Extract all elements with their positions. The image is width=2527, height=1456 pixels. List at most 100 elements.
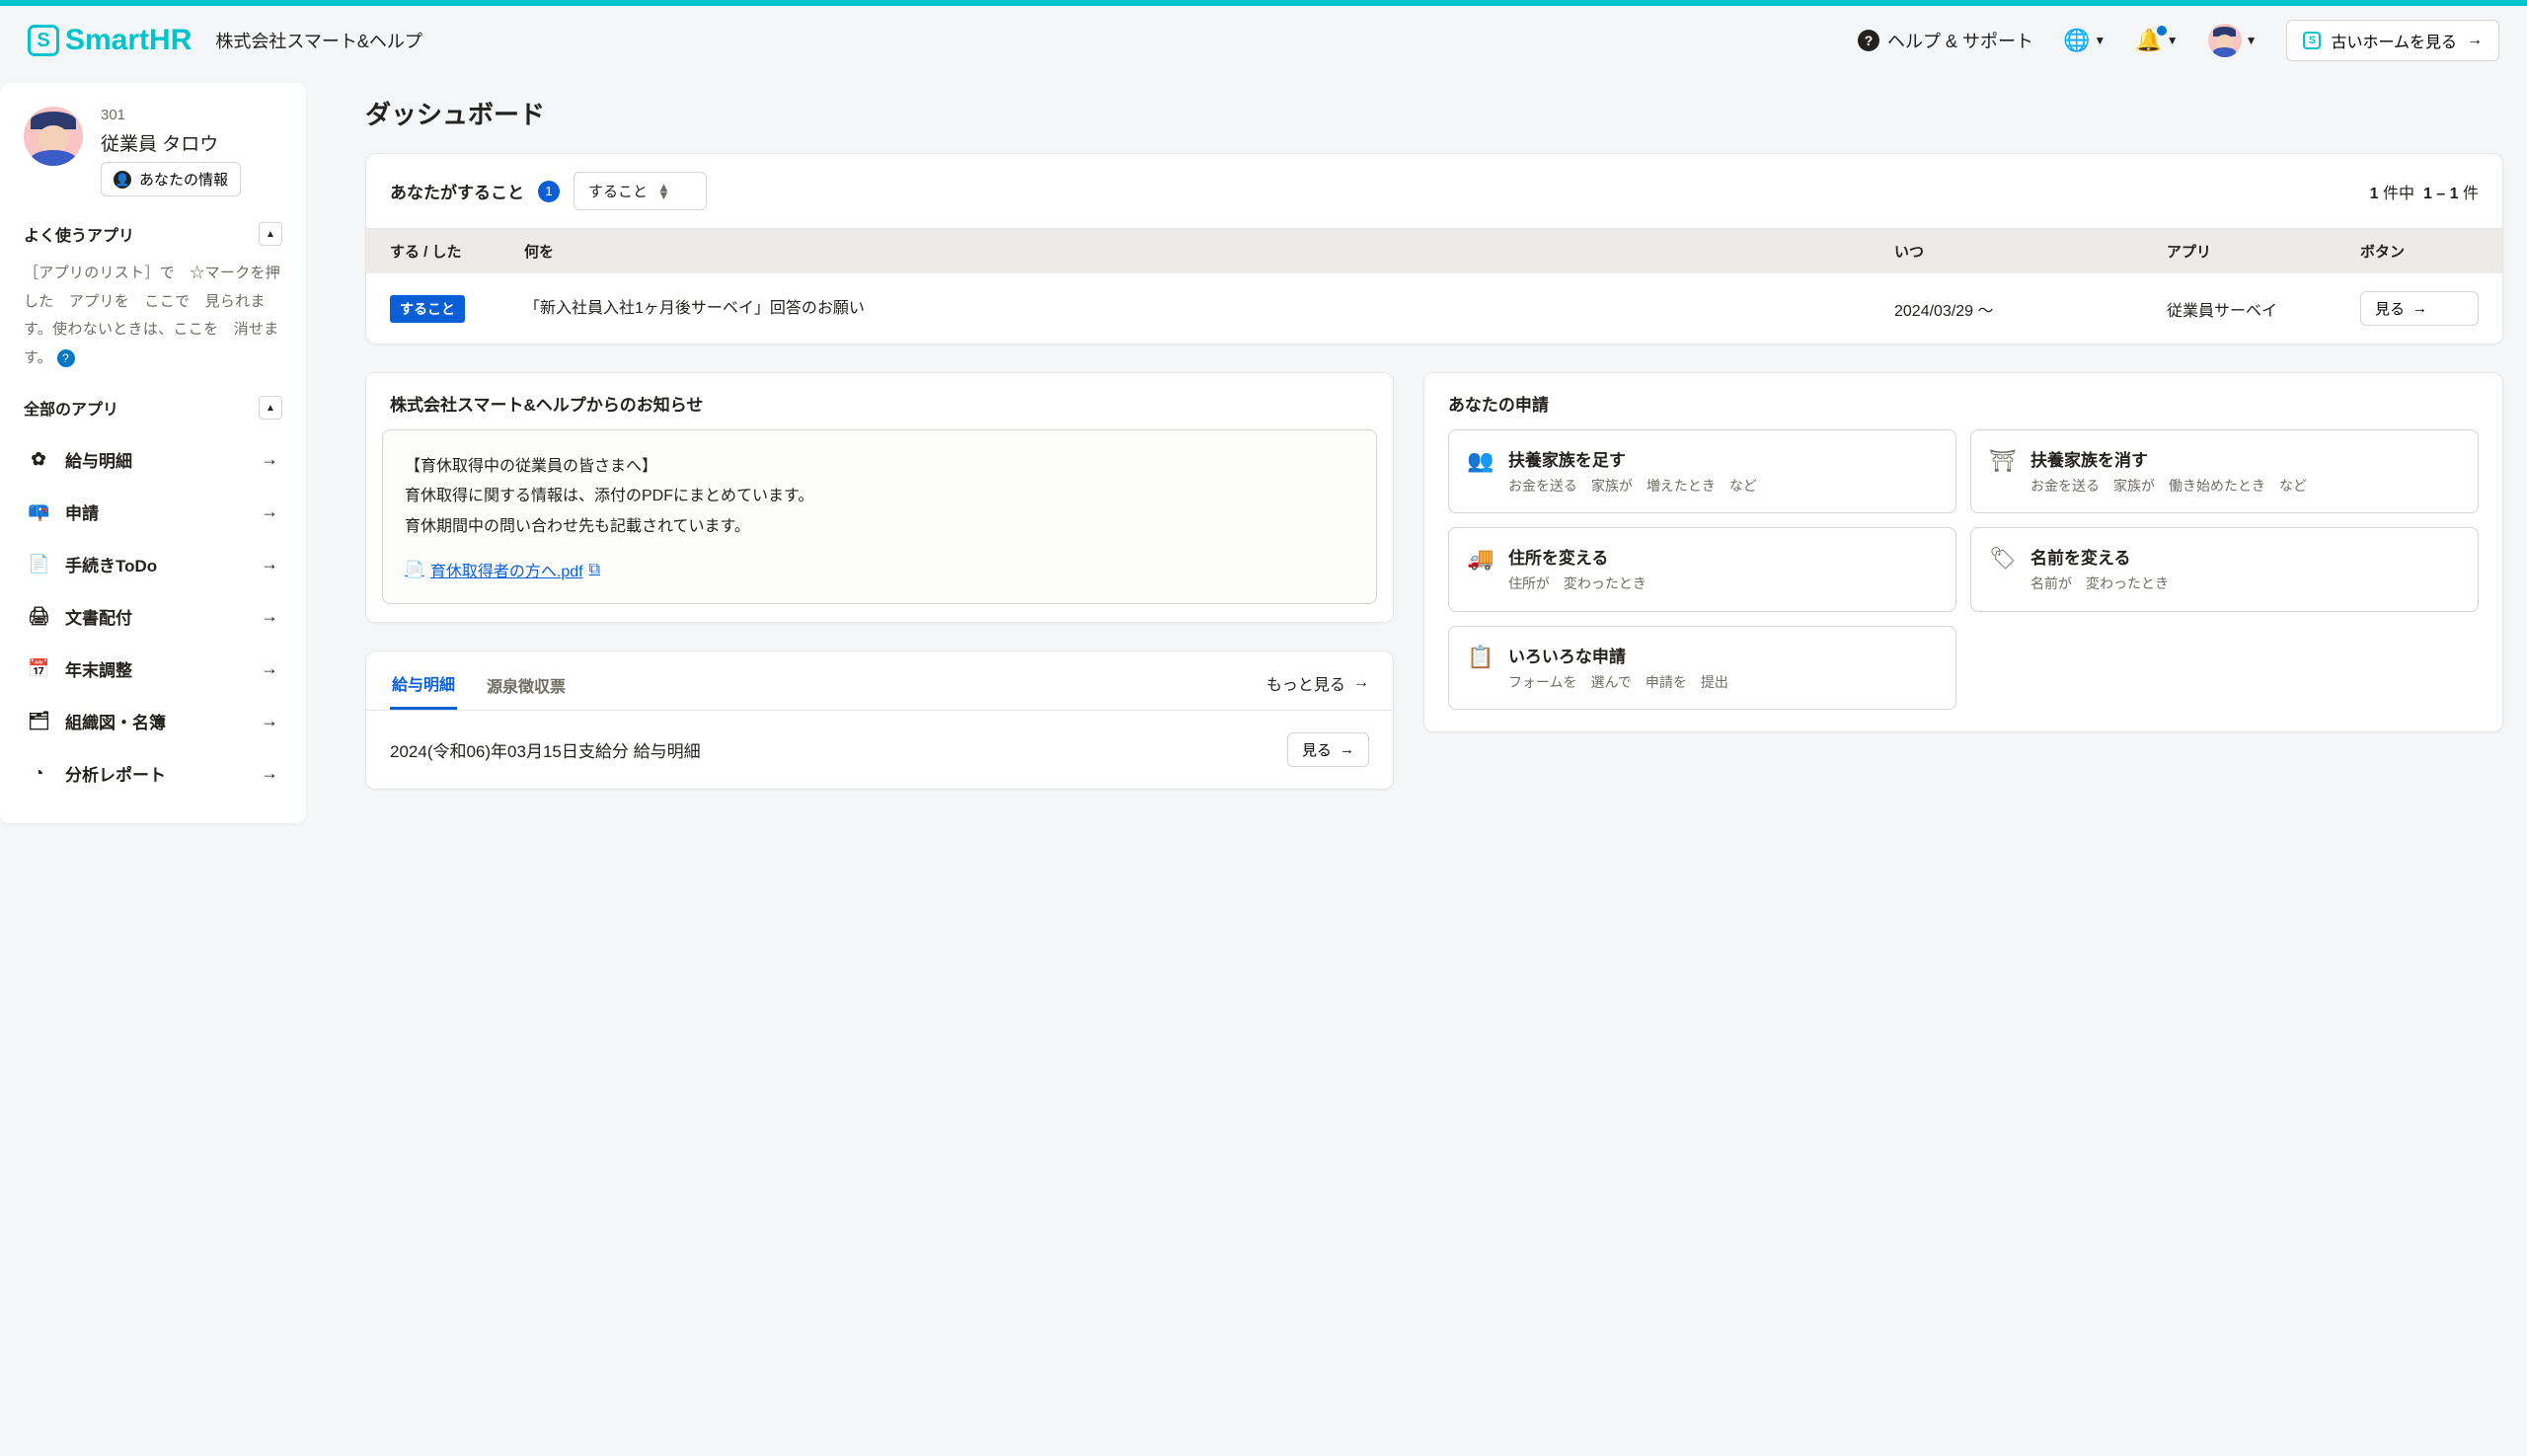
your-info-button[interactable]: 👤 あなたの情報 (101, 162, 241, 196)
people-icon: 👥 (1467, 448, 1494, 474)
old-home-button[interactable]: S 古いホームを見る → (2286, 20, 2499, 61)
todo-prefix: 件中 (2383, 186, 2414, 202)
avatar (24, 107, 83, 166)
tile-change-name[interactable]: 🏷 名前を変える 名前が 変わったとき (1970, 527, 2479, 611)
notification-dot-icon (2157, 26, 2167, 36)
announcement-line2: 育休期間中の問い合わせ先も記載されています。 (405, 512, 1354, 542)
sidebar-item-documents[interactable]: 🖨 文書配付 → (24, 590, 282, 643)
notifications-button[interactable]: 🔔 ▼ (2135, 28, 2178, 53)
main: ダッシュボード あなたがすること 1 すること ▲▼ 1 件中 1 – 1 件 … (306, 75, 2527, 813)
your-info-label: あなたの情報 (139, 169, 228, 190)
tab-payslip[interactable]: 給与明細 (390, 665, 457, 710)
arrow-right-icon: → (261, 501, 278, 522)
announcement-card: 株式会社スマート&ヘルプからのお知らせ 【育休取得中の従業員の皆さまへ】 育休取… (365, 372, 1394, 623)
chevron-down-icon: ▼ (2094, 34, 2106, 47)
collapse-button[interactable]: ▲ (259, 222, 282, 246)
user-name: 従業員 タロウ (101, 129, 241, 156)
arrow-right-icon: → (261, 554, 278, 575)
tile-desc: お金を送る 家族が 増えたとき など (1508, 475, 1757, 497)
company-name: 株式会社スマート&ヘルプ (215, 28, 421, 53)
arrow-right-icon: → (2467, 32, 2483, 49)
todo-suffix: 件 (2463, 186, 2479, 202)
tab-withholding[interactable]: 源泉徴収票 (485, 667, 568, 709)
person-icon: 👤 (114, 171, 131, 189)
announcement-heading: 【育休取得中の従業員の皆さまへ】 (405, 452, 1354, 482)
col-what: 何を (524, 241, 1878, 262)
help-support-link[interactable]: ? ヘルプ & サポート (1858, 28, 2033, 53)
clipboard-icon: 📋 (1467, 645, 1494, 670)
col-status: する / した (390, 241, 508, 262)
sidebar-item-analytics[interactable]: ◔ 分析レポート → (24, 747, 282, 800)
sidebar-item-application[interactable]: 📪 申請 → (24, 486, 282, 538)
chevron-up-icon: ▲ (266, 403, 275, 414)
tile-add-dependent[interactable]: 👥 扶養家族を足す お金を送る 家族が 増えたとき など (1448, 429, 1956, 513)
arrow-right-icon: → (261, 763, 278, 784)
more-link[interactable]: もっと見る → (1266, 671, 1369, 705)
arrow-right-icon: → (1353, 674, 1369, 692)
section-all-header: 全部のアプリ ▲ (24, 396, 282, 420)
todo-range: 1 – 1 (2423, 186, 2459, 202)
tile-change-address[interactable]: 🚚 住所を変える 住所が 変わったとき (1448, 527, 1956, 611)
header-right: ? ヘルプ & サポート 🌐 ▼ 🔔 ▼ ▼ S 古いホームを見る → (1858, 20, 2499, 61)
help-icon[interactable]: ? (57, 349, 75, 367)
user-id: 301 (101, 107, 241, 123)
sidebar-item-todo[interactable]: 📄 手続きToDo → (24, 538, 282, 590)
tile-various-applications[interactable]: 📋 いろいろな申請 フォームを 選んで 申請を 提出 (1448, 626, 1956, 710)
payslip-label: 2024(令和06)年03月15日支給分 給与明細 (390, 737, 701, 762)
todo-when: 2024/03/29 〜 (1894, 297, 2151, 321)
sidebar: 301 従業員 タロウ 👤 あなたの情報 よく使うアプリ ▲ ［アプリのリスト］… (0, 83, 306, 823)
user-menu[interactable]: ▼ (2208, 24, 2258, 57)
view-button[interactable]: 見る → (2360, 291, 2479, 326)
file-icon: 📄 (405, 560, 424, 579)
sidebar-item-payslip[interactable]: ✿ 給与明細 → (24, 433, 282, 486)
avatar (2208, 24, 2242, 57)
payslip-tabs: 給与明細 源泉徴収票 もっと見る → (366, 651, 1393, 711)
todo-app: 従業員サーベイ (2167, 297, 2344, 321)
section-frequent-title: よく使うアプリ (24, 222, 134, 246)
sidebar-item-label: 年末調整 (65, 656, 245, 681)
todo-what: 「新入社員入社1ヶ月後サーベイ」回答のお願い (524, 296, 1878, 322)
tile-remove-dependent[interactable]: ⛩ 扶養家族を消す お金を送る 家族が 働き始めたとき など (1970, 429, 2479, 513)
payslip-row: 2024(令和06)年03月15日支給分 給与明細 見る → (366, 711, 1393, 789)
arrow-right-icon: → (261, 658, 278, 679)
view-label: 見る (2375, 298, 2405, 319)
orgchart-icon: 🗂 (28, 711, 49, 731)
todo-header-label: あなたがすること (390, 179, 524, 203)
arrow-right-icon: → (261, 711, 278, 731)
tile-desc: フォームを 選んで 申請を 提出 (1508, 671, 1728, 693)
application-icon: 📪 (28, 501, 49, 522)
logo-text: SmartHR (65, 24, 191, 57)
sidebar-item-orgchart[interactable]: 🗂 組織図・名簿 → (24, 695, 282, 747)
header: S SmartHR 株式会社スマート&ヘルプ ? ヘルプ & サポート 🌐 ▼ … (0, 6, 2527, 75)
pdf-link[interactable]: 📄 育休取得者の方へ.pdf ⧉ (405, 558, 600, 581)
chevron-down-icon: ▼ (2246, 34, 2258, 47)
frequent-help-text: ［アプリのリスト］で ☆マークを押した アプリを ここで 見られます。使わないと… (24, 260, 282, 372)
language-menu[interactable]: 🌐 ▼ (2063, 28, 2106, 53)
tile-title: いろいろな申請 (1508, 643, 1728, 667)
arrow-right-icon: → (261, 606, 278, 627)
user-block: 301 従業員 タロウ 👤 あなたの情報 (24, 107, 282, 196)
page-title: ダッシュボード (365, 95, 2503, 131)
todo-pagination: 1 件中 1 – 1 件 (2370, 180, 2479, 203)
pie-icon: ◔ (28, 763, 49, 784)
app-list: ✿ 給与明細 → 📪 申請 → 📄 手続きToDo → 🖨 文書配付 → 📅 (24, 433, 282, 800)
tile-title: 扶養家族を消す (2030, 446, 2307, 471)
sidebar-item-yearend[interactable]: 📅 年末調整 → (24, 643, 282, 695)
print-icon: 🖨 (28, 606, 49, 627)
section-all-title: 全部のアプリ (24, 396, 118, 420)
sidebar-item-label: 分析レポート (65, 761, 245, 786)
todo-filter-select[interactable]: すること ▲▼ (574, 172, 707, 210)
help-icon: ? (1858, 30, 1879, 51)
external-link-icon: ⧉ (589, 561, 600, 578)
truck-icon: 🚚 (1467, 546, 1494, 572)
logo[interactable]: S SmartHR (28, 24, 191, 57)
tile-title: 名前を変える (2030, 544, 2169, 569)
tile-desc: お金を送る 家族が 働き始めたとき など (2030, 475, 2307, 497)
arrow-right-icon: → (261, 449, 278, 470)
section-frequent-header: よく使うアプリ ▲ (24, 222, 282, 246)
chevron-up-icon: ▲ (266, 229, 275, 240)
applications-card: あなたの申請 👥 扶養家族を足す お金を送る 家族が 増えたとき など ⛩ 扶養… (1423, 372, 2503, 732)
view-button[interactable]: 見る → (1287, 732, 1369, 767)
collapse-button[interactable]: ▲ (259, 396, 282, 420)
logo-mark-icon: S (28, 25, 59, 56)
